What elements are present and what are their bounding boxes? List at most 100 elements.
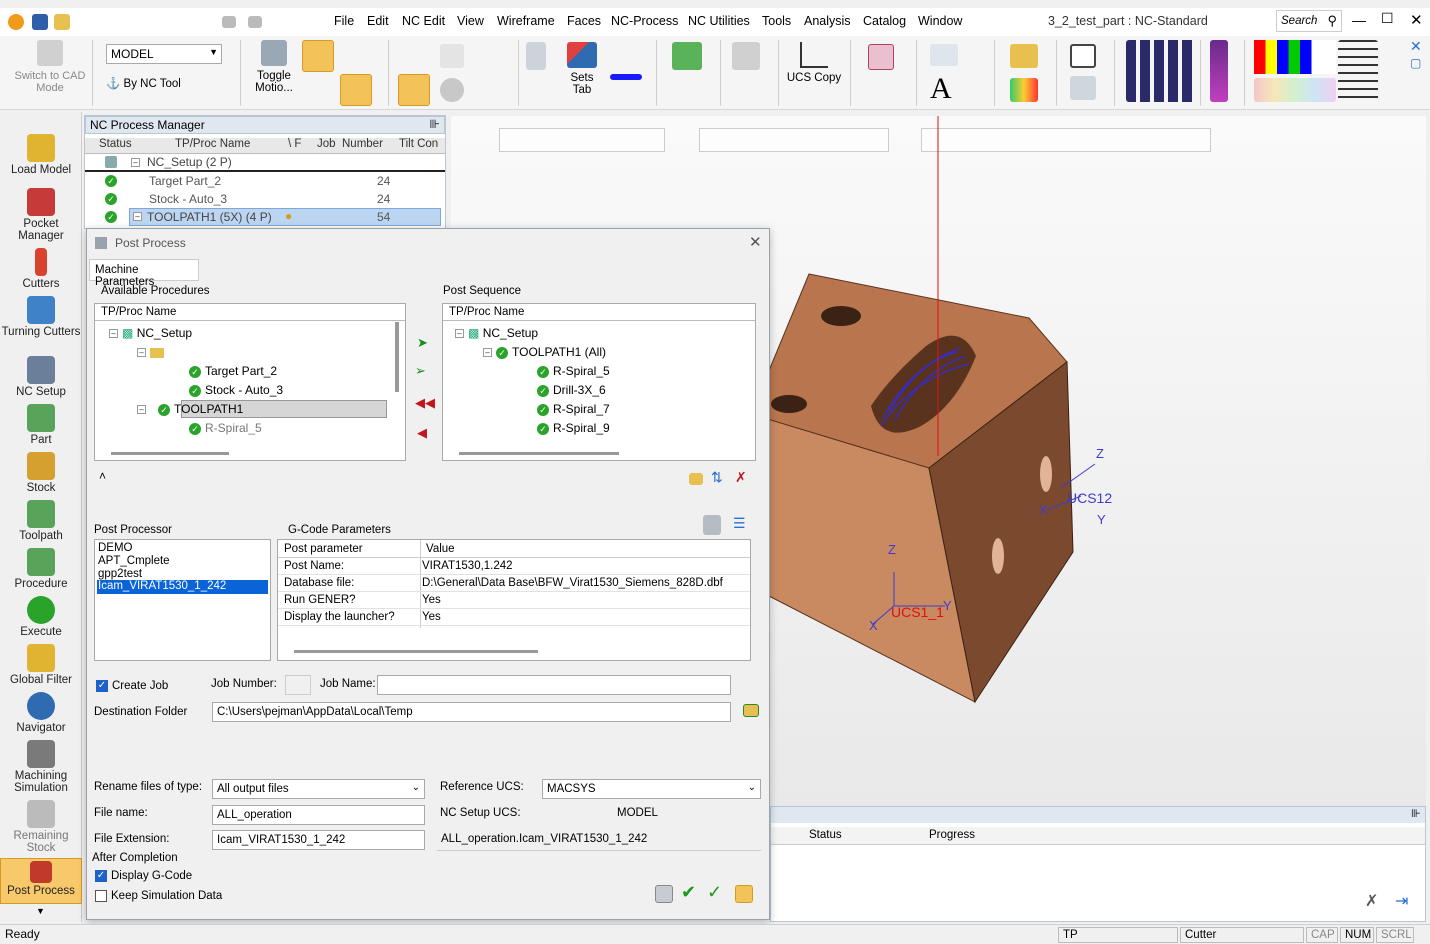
col-status[interactable]: Status [809,829,842,841]
stop-icon[interactable]: ✗ [1365,891,1378,911]
pastel-palette-icon[interactable] [1254,78,1336,102]
menu-edit[interactable]: Edit [367,14,389,28]
destination-folder-field[interactable]: C:\Users\pejman\AppData\Local\Temp [212,702,731,722]
add-one-icon[interactable]: ➤ [417,335,428,351]
col-progress[interactable]: Progress [929,829,975,841]
tree-node-nc-setup[interactable]: – ▩ NC_Setup [455,326,538,340]
text-icon[interactable]: A [930,72,952,106]
tree-node-stock[interactable]: ✓ Stock - Auto_3 [189,383,283,397]
collapse-icon[interactable]: – [455,329,464,339]
list-item[interactable]: DEMO [98,542,133,554]
by-nc-tool-button[interactable]: ⚓ By NC Tool [106,76,181,90]
available-procedures-tree[interactable]: TP/Proc Name – ▩ NC_Setup – ✓ Target Part_… [94,303,406,461]
menu-analysis[interactable]: Analysis [804,14,851,28]
tree-node-r-spiral-9[interactable]: ✓ R-Spiral_9 [537,421,610,435]
collapse-icon[interactable]: – [137,405,146,415]
sidebar-item-stock[interactable]: Stock [0,452,82,494]
col-tilt[interactable]: Tilt Con [399,138,438,150]
undo-icon[interactable] [222,16,236,28]
tree-node-r-spiral-5[interactable]: ✓ R-Spiral_5 [189,421,262,435]
value-cell[interactable]: VIRAT1530,1.242 [422,560,513,572]
color-palette[interactable] [1254,40,1336,74]
sidebar-item-cutters[interactable]: Cutters [0,248,82,290]
menu-view[interactable]: View [457,14,484,28]
dimension-icon[interactable] [930,44,958,66]
menu-faces[interactable]: Faces [567,14,601,28]
list-item[interactable]: gpp2test [98,568,142,580]
sort-icon[interactable]: ⇅ [711,469,723,486]
sidebar-item-machining-simulation[interactable]: Machining Simulation [0,740,82,794]
tab-machine-parameters[interactable]: Machine Parameters [89,259,199,288]
tree-node-drill-3x-6[interactable]: ✓ Drill-3X_6 [537,383,606,397]
tree-node-nc-setup[interactable]: – ▩ NC_Setup [109,326,192,340]
sidebar-scroll-icon[interactable]: ▼ [36,906,45,916]
line-width-icon[interactable] [1338,40,1378,102]
gcode-parameters-grid[interactable]: Post parameter Value Post Name: VIRAT153… [277,539,751,661]
tree-node-target-part[interactable]: ✓ Target Part_2 [189,364,277,378]
display-gcode-checkbox[interactable]: ✓ Display G-Code [95,870,192,882]
job-number-field[interactable] [285,675,311,695]
collapse-icon[interactable]: – [131,158,140,167]
sidebar-item-toolpath[interactable]: Toolpath [0,500,82,542]
sidebar-item-remaining-stock[interactable]: Remaining Stock [0,800,82,854]
minimize-icon[interactable]: — [1352,12,1366,28]
tree-node-toolpath1[interactable]: – ✓ TOOLPATH1 [137,402,243,416]
toggle-motion-button[interactable]: Toggle Motio... [252,40,296,94]
sidebar-item-navigator[interactable]: Navigator [0,692,82,734]
dialog-close-icon[interactable]: ✕ [749,233,762,251]
keep-simulation-checkbox[interactable]: Keep Simulation Data [95,890,222,902]
folder-sequence-icon[interactable] [689,473,703,485]
menu-wireframe[interactable]: Wireframe [497,14,555,28]
list-view-icon[interactable] [398,74,430,106]
model-select[interactable]: MODEL ▼ [106,44,222,64]
sets-tab-button[interactable]: Sets Tab [560,42,604,96]
collapse-icon[interactable]: – [137,348,146,358]
grid-hscrollbar[interactable] [294,650,538,653]
collapse-up-icon[interactable]: ˄ [99,469,106,483]
tree-node-toolpath1-all[interactable]: – ✓ TOOLPATH1 (All) [483,345,606,359]
table-row[interactable]: Post Name: VIRAT1530,1.242 [278,558,750,575]
menu-catalog[interactable]: Catalog [863,14,906,28]
app-logo-icon[interactable] [8,14,24,30]
cube-view-icon[interactable] [340,74,372,106]
col-number[interactable]: Number [342,138,383,150]
tree-hscrollbar[interactable] [459,452,619,455]
open-icon[interactable] [54,14,70,30]
list-icon[interactable]: ☰ [733,515,746,532]
create-job-checkbox[interactable]: ✓ Create Job [96,680,168,692]
tree-hscrollbar[interactable] [111,452,229,455]
col-job[interactable]: Job [317,138,336,150]
sketch-icon[interactable] [732,42,760,70]
collapse-icon[interactable]: – [483,348,492,358]
list-item[interactable]: APT_Cmplete [98,555,170,567]
search-box[interactable]: Search ⚲ [1276,10,1342,32]
sidebar-item-nc-setup[interactable]: NC Setup [0,356,82,398]
run-post-icon[interactable] [655,885,673,903]
sidebar-item-load-model[interactable]: Load Model [0,134,82,176]
ruler-icon[interactable] [1010,44,1038,68]
info-icon[interactable] [440,78,464,102]
apply-button[interactable]: ✓ [707,882,722,903]
sidebar-item-execute[interactable]: Execute [0,596,82,638]
browse-folder-icon[interactable] [743,704,759,717]
sidebar-item-pocket-manager[interactable]: Pocket Manager [0,188,82,242]
menu-nc-process[interactable]: NC-Process [611,14,678,28]
file-name-field[interactable]: ALL_operation [212,805,425,825]
sidebar-item-part[interactable]: Part [0,404,82,446]
tree-node-folder[interactable]: – [137,345,164,359]
post-processor-list[interactable]: DEMO APT_Cmplete gpp2test Icam_VIRAT1530… [94,539,271,661]
analyze-icon[interactable] [1070,76,1096,100]
file-extension-field[interactable]: Icam_VIRAT1530_1_242 [212,830,425,850]
sidebar-item-turning-cutters[interactable]: Turning Cutters [0,296,82,338]
plane-icon[interactable] [672,42,702,70]
reference-ucs-select[interactable]: MACSYS ⌄ [542,779,761,799]
toolbar-close-icon[interactable]: ✕ [1410,38,1422,55]
zoom-icon[interactable] [1070,44,1096,68]
menu-file[interactable]: File [334,14,354,28]
pin-icon[interactable]: ⊪ [430,117,440,131]
toolbar-restore-icon[interactable]: ▢ [1410,56,1421,70]
brush-icon[interactable] [1210,40,1228,102]
surface-color-icon[interactable] [1010,78,1038,102]
remove-one-icon[interactable]: ◀ [417,425,427,441]
pin-icon[interactable]: ⊪ [1411,807,1421,820]
